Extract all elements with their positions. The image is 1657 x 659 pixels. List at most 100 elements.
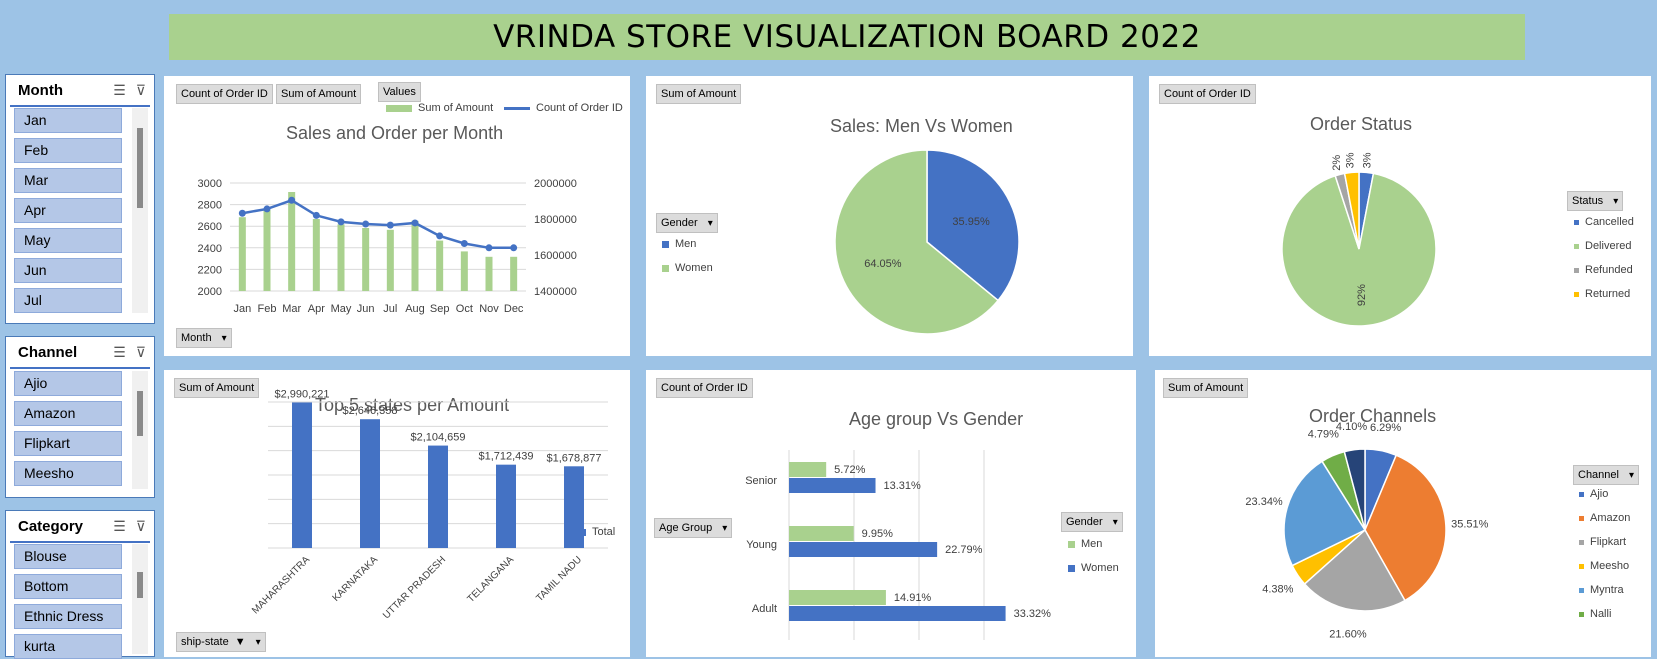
slicer-item-may[interactable]: May: [14, 228, 122, 253]
left-axis-tick: 2200: [198, 264, 222, 276]
slicer-item-ajio[interactable]: Ajio: [14, 371, 122, 396]
slicer-item-jun[interactable]: Jun: [14, 258, 122, 283]
slicer-item-jul[interactable]: Jul: [14, 288, 122, 313]
x-axis-tick: Oct: [456, 303, 473, 315]
data-label: 14.91%: [894, 592, 932, 604]
line-point-oct: [460, 239, 468, 247]
slicer-item-mar[interactable]: Mar: [14, 168, 122, 193]
x-axis-tick: Nov: [479, 303, 499, 315]
month-slicer-scrollbar[interactable]: [132, 108, 148, 313]
multi-select-icon[interactable]: ☰: [113, 518, 126, 535]
bar-uttar-pradesh: [428, 445, 448, 548]
channel-slicer-header: Channel ☰ ⊽: [10, 337, 150, 369]
slicer-item-flipkart[interactable]: Flipkart: [14, 431, 122, 456]
x-axis-tick: Jun: [357, 303, 375, 315]
left-axis-tick: 2000: [198, 286, 222, 298]
data-label: 22.79%: [945, 544, 983, 556]
data-label: 64.05%: [864, 258, 902, 270]
line-point-mar: [288, 196, 296, 204]
line-point-feb: [263, 205, 271, 213]
slicer-item-feb[interactable]: Feb: [14, 138, 122, 163]
data-label: 6.29%: [1370, 422, 1401, 434]
line-point-sep: [436, 232, 444, 240]
bar-aug: [411, 220, 419, 291]
bar-jul: [386, 229, 394, 291]
clear-filter-icon[interactable]: ⊽: [136, 344, 146, 361]
ship-state-filter-dropdown[interactable]: ship-state ▼: [176, 632, 266, 652]
slicer-item-jan[interactable]: Jan: [14, 108, 122, 133]
channels-chart-panel: Sum of Amount Order Channels Channel Aji…: [1155, 370, 1651, 657]
slicer-item-apr[interactable]: Apr: [14, 198, 122, 223]
slicer-item-blouse[interactable]: Blouse: [14, 544, 122, 569]
clear-filter-icon[interactable]: ⊽: [136, 82, 146, 99]
bar-apr: [312, 219, 320, 291]
bar-feb: [263, 210, 271, 291]
slicer-item-ethnic-dress[interactable]: Ethnic Dress: [14, 604, 122, 629]
x-axis-tick: TELANGANA: [466, 554, 517, 605]
bar-jan: [238, 217, 246, 291]
left-axis-tick: 2600: [198, 221, 222, 233]
data-label: 35.95%: [952, 216, 990, 228]
data-label: 3%: [1361, 152, 1373, 168]
data-label: $2,646,358: [342, 405, 397, 417]
line-point-jun: [362, 220, 370, 228]
category-slicer: Category ☰ ⊽ Blouse Bottom Ethnic Dress k…: [5, 510, 155, 659]
slicer-item-bottom[interactable]: Bottom: [14, 574, 122, 599]
monthly-chart-panel: Count of Order ID Sum of Amount Values S…: [164, 76, 630, 356]
slicer-item-amazon[interactable]: Amazon: [14, 401, 122, 426]
month-slicer-title: Month: [18, 81, 63, 99]
data-label: 35.51%: [1451, 519, 1489, 531]
bar-karnataka: [360, 419, 380, 548]
dashboard-title: VRINDA STORE VISUALIZATION BOARD 2022: [169, 14, 1525, 60]
month-slicer: Month ☰ ⊽ Jan Feb Mar Apr May Jun Jul: [5, 74, 155, 324]
data-label: 21.60%: [1329, 629, 1367, 641]
category-slicer-scrollbar[interactable]: [132, 544, 148, 654]
bar-nov: [485, 256, 493, 291]
month-filter-dropdown[interactable]: Month: [176, 328, 232, 348]
category-slicer-header: Category ☰ ⊽: [10, 511, 150, 543]
multi-select-icon[interactable]: ☰: [113, 344, 126, 361]
x-axis-tick: Dec: [504, 303, 524, 315]
gender-chart-panel: Sum of Amount Sales: Men Vs Women Gender…: [646, 76, 1133, 356]
bar-maharashtra: [292, 402, 312, 548]
x-axis-tick: Apr: [308, 303, 325, 315]
bar-women-adult: [789, 606, 1006, 621]
channel-slicer-scrollbar[interactable]: [132, 371, 148, 489]
multi-select-icon[interactable]: ☰: [113, 82, 126, 99]
age-bar-svg: Senior 5.72% 13.31% Young 9.95% 22.79% Adult 14…: [745, 450, 1051, 640]
channels-pie-svg: 6.29% 35.51% 21.60% 4.38% 23.34% 4.79%4.10%: [1245, 421, 1489, 641]
bar-women-senior: [789, 478, 876, 493]
data-label: 92%: [1356, 284, 1368, 306]
x-axis-tick: MAHARASHTRA: [250, 554, 312, 616]
line-point-jan: [238, 209, 246, 217]
month-slicer-header: Month ☰ ⊽: [10, 75, 150, 107]
states-bar-svg: $2,990,221 MAHARASHTRA $2,646,358 KARNATAKA…: [250, 388, 608, 621]
line-point-jul: [386, 221, 394, 229]
bar-mar: [288, 192, 296, 291]
y-axis-tick: Senior: [745, 475, 777, 487]
right-axis-tick: 2000000: [534, 178, 577, 190]
data-label: $1,678,877: [546, 452, 601, 464]
data-label: 3%: [1345, 152, 1357, 168]
bar-jun: [362, 228, 370, 291]
line-point-may: [337, 218, 345, 226]
data-label: 2%: [1331, 155, 1343, 171]
slicer-item-meesho[interactable]: Meesho: [14, 461, 122, 486]
x-axis-tick: Aug: [405, 303, 425, 315]
x-axis-tick: TAMIL NADU: [534, 554, 584, 604]
line-point-nov: [485, 244, 493, 252]
orders-line: [242, 198, 514, 250]
left-axis-tick: 2400: [198, 243, 222, 255]
status-pie-svg: 3%92%2% 3%: [1281, 152, 1437, 327]
clear-filter-icon[interactable]: ⊽: [136, 518, 146, 535]
bar-tamil-nadu: [564, 466, 584, 548]
x-axis-tick: UTTAR PRADESH: [381, 554, 448, 621]
x-axis-tick: Jan: [233, 303, 251, 315]
bar-men-senior: [789, 462, 827, 477]
x-axis-tick: Feb: [258, 303, 277, 315]
bar-women-young: [789, 542, 938, 557]
data-label: 13.31%: [884, 480, 922, 492]
left-axis-tick: 2800: [198, 200, 222, 212]
category-slicer-title: Category: [18, 517, 84, 535]
slicer-item-kurta[interactable]: kurta: [14, 634, 122, 659]
